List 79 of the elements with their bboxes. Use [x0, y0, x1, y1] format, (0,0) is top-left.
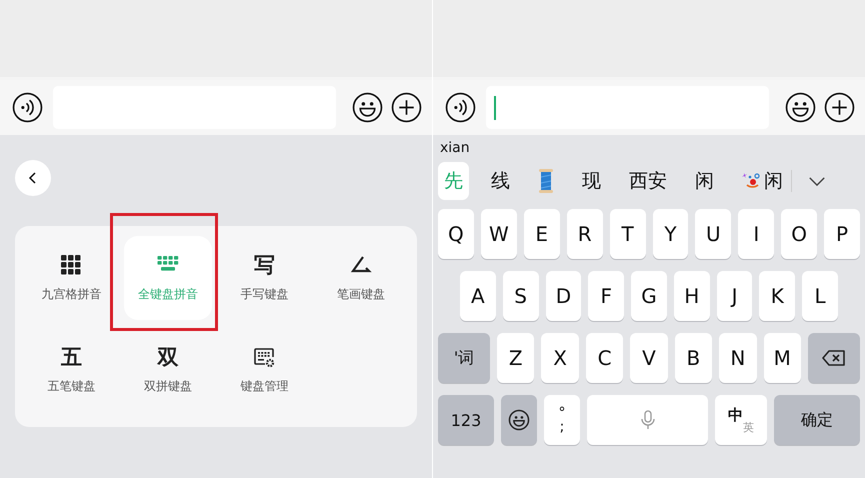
emoji-icon[interactable]: [785, 92, 816, 123]
glyph-icon: 写: [254, 254, 275, 276]
expand-chevron-icon[interactable]: [808, 176, 826, 186]
letter-key[interactable]: T: [610, 209, 646, 259]
letter-key[interactable]: V: [630, 333, 668, 383]
keyboard-option[interactable]: 键盘管理: [220, 328, 308, 412]
keyboard-option[interactable]: 写 手写键盘: [220, 236, 308, 320]
keyboard-option[interactable]: 九宫格拼音: [27, 236, 116, 320]
letter-key[interactable]: A: [460, 271, 496, 321]
emoji-icon[interactable]: [352, 92, 383, 123]
letter-key[interactable]: P: [824, 209, 860, 259]
keyboard-option[interactable]: 五 五笔键盘: [27, 328, 116, 412]
letter-key[interactable]: E: [524, 209, 560, 259]
letter-key[interactable]: B: [674, 333, 712, 383]
backspace-key[interactable]: [808, 333, 860, 383]
microphone-icon: [640, 410, 654, 430]
word-key[interactable]: '词: [438, 333, 490, 383]
backspace-icon: [822, 350, 846, 366]
letter-key[interactable]: M: [764, 333, 801, 383]
option-label: 全键盘拼音: [138, 286, 198, 302]
letter-key[interactable]: D: [546, 271, 582, 321]
plus-icon[interactable]: [391, 92, 422, 123]
candidate-text: 西安: [629, 169, 667, 194]
option-label: 手写键盘: [240, 286, 288, 302]
letter-key[interactable]: F: [588, 271, 624, 321]
emoji-icon: [508, 409, 530, 431]
candidate[interactable]: 闲: [689, 162, 720, 200]
candidate-text: 闲: [764, 169, 783, 194]
candidate-text: 现: [582, 169, 601, 194]
letter-key[interactable]: G: [631, 271, 667, 321]
letter-key[interactable]: W: [480, 209, 517, 259]
text-cursor: [494, 96, 496, 120]
letter-key[interactable]: S: [502, 271, 539, 321]
candidate[interactable]: 现: [576, 162, 607, 200]
letter-key[interactable]: N: [719, 333, 757, 383]
message-input[interactable]: [486, 86, 769, 129]
letter-key[interactable]: J: [716, 271, 752, 321]
letter-key[interactable]: Y: [652, 209, 688, 259]
numbers-key[interactable]: 123: [438, 395, 494, 445]
option-label: 双拼键盘: [144, 378, 192, 395]
letter-key[interactable]: H: [674, 271, 710, 321]
letter-key[interactable]: O: [781, 209, 818, 259]
keyboard-settings-icon: [253, 346, 276, 368]
candidate-text: 先: [444, 169, 463, 194]
option-label: 键盘管理: [240, 378, 288, 395]
language-switch-key[interactable]: 中 英: [715, 395, 767, 445]
candidate-text: 闲: [695, 169, 714, 194]
voice-icon[interactable]: [12, 92, 43, 123]
punctuation-key[interactable]: ° ;: [544, 395, 580, 445]
letter-key[interactable]: L: [802, 271, 838, 321]
option-label: 五笔键盘: [47, 378, 96, 395]
letter-key[interactable]: Q: [438, 209, 474, 259]
candidate[interactable]: 线: [485, 162, 516, 200]
glyph-icon: 五: [60, 346, 82, 368]
degree-mark: °: [558, 406, 566, 420]
option-label: 九宫格拼音: [41, 286, 102, 302]
letter-key[interactable]: C: [586, 333, 624, 383]
voice-icon[interactable]: [445, 92, 476, 123]
letter-key[interactable]: Z: [497, 333, 534, 383]
plus-icon[interactable]: [824, 92, 855, 123]
letter-key[interactable]: R: [566, 209, 603, 259]
letter-key[interactable]: X: [541, 333, 579, 383]
letter-key[interactable]: U: [695, 209, 732, 259]
pinyin-text: xian: [439, 139, 471, 158]
candidate[interactable]: 闲: [736, 162, 789, 200]
option-label: 笔画键盘: [336, 286, 385, 302]
letter-key[interactable]: K: [759, 271, 796, 321]
semicolon-mark: ;: [560, 420, 564, 434]
clown-face-icon: [742, 171, 762, 191]
letter-key[interactable]: I: [738, 209, 774, 259]
confirm-key[interactable]: 确定: [774, 395, 860, 445]
candidate[interactable]: 西安: [623, 162, 673, 200]
keyboard-option[interactable]: 笔画键盘: [316, 236, 405, 320]
spool-icon: [538, 168, 554, 194]
candidate-text: 线: [491, 169, 510, 194]
grid-icon: [60, 254, 82, 276]
keyboard-option[interactable]: 双 双拼键盘: [124, 328, 212, 412]
glyph-icon: 双: [157, 346, 178, 368]
emoji-key[interactable]: [501, 395, 537, 445]
